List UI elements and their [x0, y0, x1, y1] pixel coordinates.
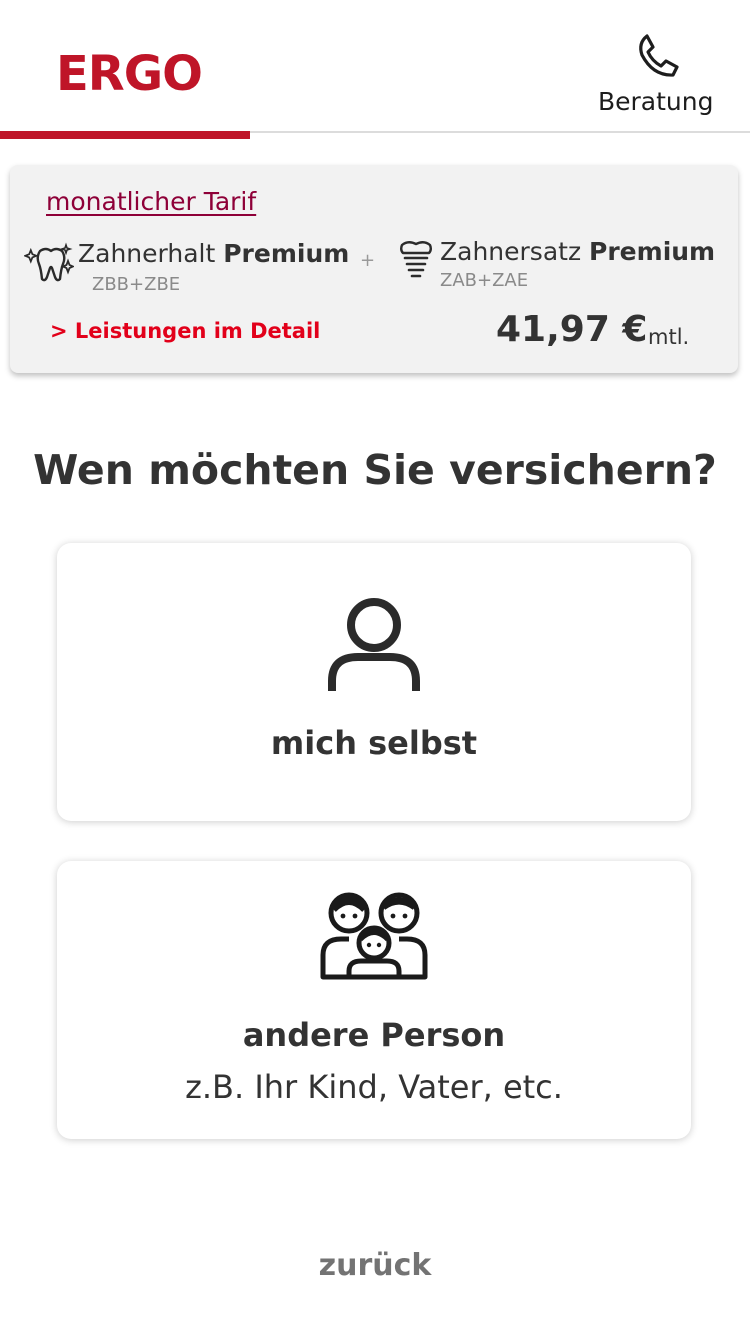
progress-bar — [0, 131, 250, 139]
option-other-person-card[interactable]: andere Person z.B. Ihr Kind, Vater, etc. — [57, 861, 691, 1139]
page-question: Wen möchten Sie versichern? — [33, 446, 717, 494]
product2-name-strong: Premium — [589, 237, 716, 266]
back-link[interactable]: zurück — [0, 1244, 750, 1288]
option-myself-card[interactable]: mich selbst — [57, 543, 691, 821]
product1-name-strong: Premium — [223, 239, 350, 268]
dental-implant-icon — [400, 241, 432, 278]
monthly-price: 41,97 € — [496, 309, 648, 350]
product2-name: Zahnersatz Premium — [440, 235, 715, 269]
plus-sign: + — [360, 250, 376, 271]
product1-code: ZBB+ZBE — [92, 274, 181, 295]
option-myself-label: mich selbst — [270, 724, 478, 762]
sparkling-tooth-icon — [24, 242, 74, 282]
ergo-logo[interactable]: ERGO — [56, 44, 203, 104]
monthly-tariff-link[interactable]: monatlicher Tarif — [46, 185, 256, 219]
tariff-summary-card: monatlicher Tarif Zahnerhalt Premium ZBB… — [10, 165, 738, 373]
details-link[interactable]: > Leistungen im Detail — [50, 317, 320, 345]
product2-name-prefix: Zahnersatz — [440, 237, 582, 266]
beratung-label[interactable]: Beratung — [598, 86, 718, 118]
phone-icon[interactable] — [633, 30, 683, 80]
product1-name: Zahnerhalt Premium — [78, 237, 349, 271]
price-unit: mtl. — [648, 325, 690, 349]
person-icon — [328, 598, 420, 691]
family-icon — [320, 892, 428, 980]
option-other-person-label: andere Person — [242, 1016, 506, 1054]
product1-name-prefix: Zahnerhalt — [78, 239, 216, 268]
app-header: ERGO Beratung — [0, 0, 750, 140]
option-other-person-sublabel: z.B. Ihr Kind, Vater, etc. — [185, 1068, 563, 1106]
product2-code: ZAB+ZAE — [440, 270, 529, 291]
